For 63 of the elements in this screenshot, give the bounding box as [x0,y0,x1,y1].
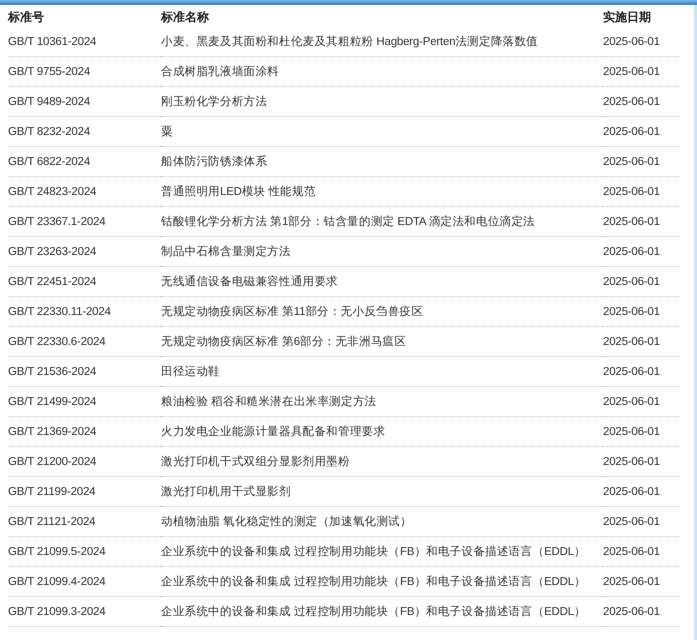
table-cell: GB/T 22451-2024 [8,267,161,297]
table-cell: GB/T 21099.4-2024 [8,567,161,597]
table-cell: GB/T 22330.11-2024 [8,297,161,327]
table-cell: 2025-06-01 [603,417,680,447]
table-cell: GB/T 21369-2024 [8,417,161,447]
table-cell: 2025-06-01 [603,177,680,207]
table-cell: GB/T 21099.3-2024 [8,597,161,627]
table-cell: 2025-06-01 [603,237,680,267]
table-cell: 2025-06-01 [603,357,680,387]
table-cell: 2025-06-01 [603,507,680,537]
table-cell: 粟 [161,117,603,147]
table-cell: 制品中石棉含量测定方法 [161,237,603,267]
table-cell: GB/T 21099.5-2024 [8,537,161,567]
table-cell: 田径运动鞋 [161,357,603,387]
table-cell: 2025-06-01 [603,477,680,507]
table-cell: 企业系统中的设备和集成 过程控制用功能块（FB）和电子设备描述语言（EDDL） [161,597,603,627]
table-cell: GB/T 21536-2024 [8,357,161,387]
table-cell: 激光打印机干式双组分显影剂用墨粉 [161,447,603,477]
table-cell: 普通照明用LED模块 性能规范 [161,177,603,207]
column-header: 实施日期 [603,8,652,26]
table-cell: GB/T 23263-2024 [8,237,161,267]
table-cell: GB/T 9489-2024 [8,87,161,117]
table-cell: 刚玉粉化学分析方法 [161,87,603,117]
table-cell: 无规定动物疫病区标准 第6部分：无非洲马瘟区 [161,327,603,357]
column-header: 标准名称 [161,8,210,26]
table-cell: 动植物油脂 氧化稳定性的测定（加速氧化测试） [161,507,603,537]
table-cell: 2025-06-01 [603,117,680,147]
table-cell: GB/T 6822-2024 [8,147,161,177]
table-cell: GB/T 21199-2024 [8,477,161,507]
table-cell: 2025-06-01 [603,327,680,357]
table-cell: GB/T 8232-2024 [8,117,161,147]
table-cell: 小麦、黑麦及其面粉和杜伦麦及其粗粒粉 Hagberg-Perten法测定降落数值 [161,27,603,57]
table-cell: 2025-06-01 [603,57,680,87]
table-cell: 2025-06-01 [603,447,680,477]
table-cell: 2025-06-01 [603,537,680,567]
table-cell: GB/T 21200-2024 [8,447,161,477]
table-cell: GB/T 21499-2024 [8,387,161,417]
table-cell: 2025-06-01 [603,297,680,327]
table-cell: 钴酸锂化学分析方法 第1部分：钴含量的测定 EDTA 滴定法和电位滴定法 [161,207,603,237]
table-cell: 激光打印机用干式显影剂 [161,477,603,507]
table-cell: 2025-06-01 [603,87,680,117]
table-cell: GB/T 10361-2024 [8,27,161,57]
table-cell: 粮油检验 稻谷和糙米潜在出米率测定方法 [161,387,603,417]
table-cell: 船体防污防锈漆体系 [161,147,603,177]
table-cell: 2025-06-01 [603,27,680,57]
table-cell: 2025-06-01 [603,207,680,237]
table-cell: 2025-06-01 [603,147,680,177]
table-cell: 企业系统中的设备和集成 过程控制用功能块（FB）和电子设备描述语言（EDDL） [161,567,603,597]
column-header: 标准号 [8,8,45,26]
table-cell: 2025-06-01 [603,597,680,627]
table-cell: GB/T 9755-2024 [8,57,161,87]
table-cell: 无规定动物疫病区标准 第11部分：无小反刍兽疫区 [161,297,603,327]
table-cell: 火力发电企业能源计量器具配备和管理要求 [161,417,603,447]
table-cell: GB/T 24823-2024 [8,177,161,207]
table-cell: 2025-06-01 [603,387,680,417]
table-cell: GB/T 23367.1-2024 [8,207,161,237]
table-cell: 2025-06-01 [603,567,680,597]
table-cell: 无线通信设备电磁兼容性通用要求 [161,267,603,297]
table-cell: GB/T 21121-2024 [8,507,161,537]
table-cell: GB/T 22330.6-2024 [8,327,161,357]
table-cell: 企业系统中的设备和集成 过程控制用功能块（FB）和电子设备描述语言（EDDL） [161,537,603,567]
table-cell: 合成树脂乳液墙面涂料 [161,57,603,87]
table-cell: 2025-06-01 [603,267,680,297]
